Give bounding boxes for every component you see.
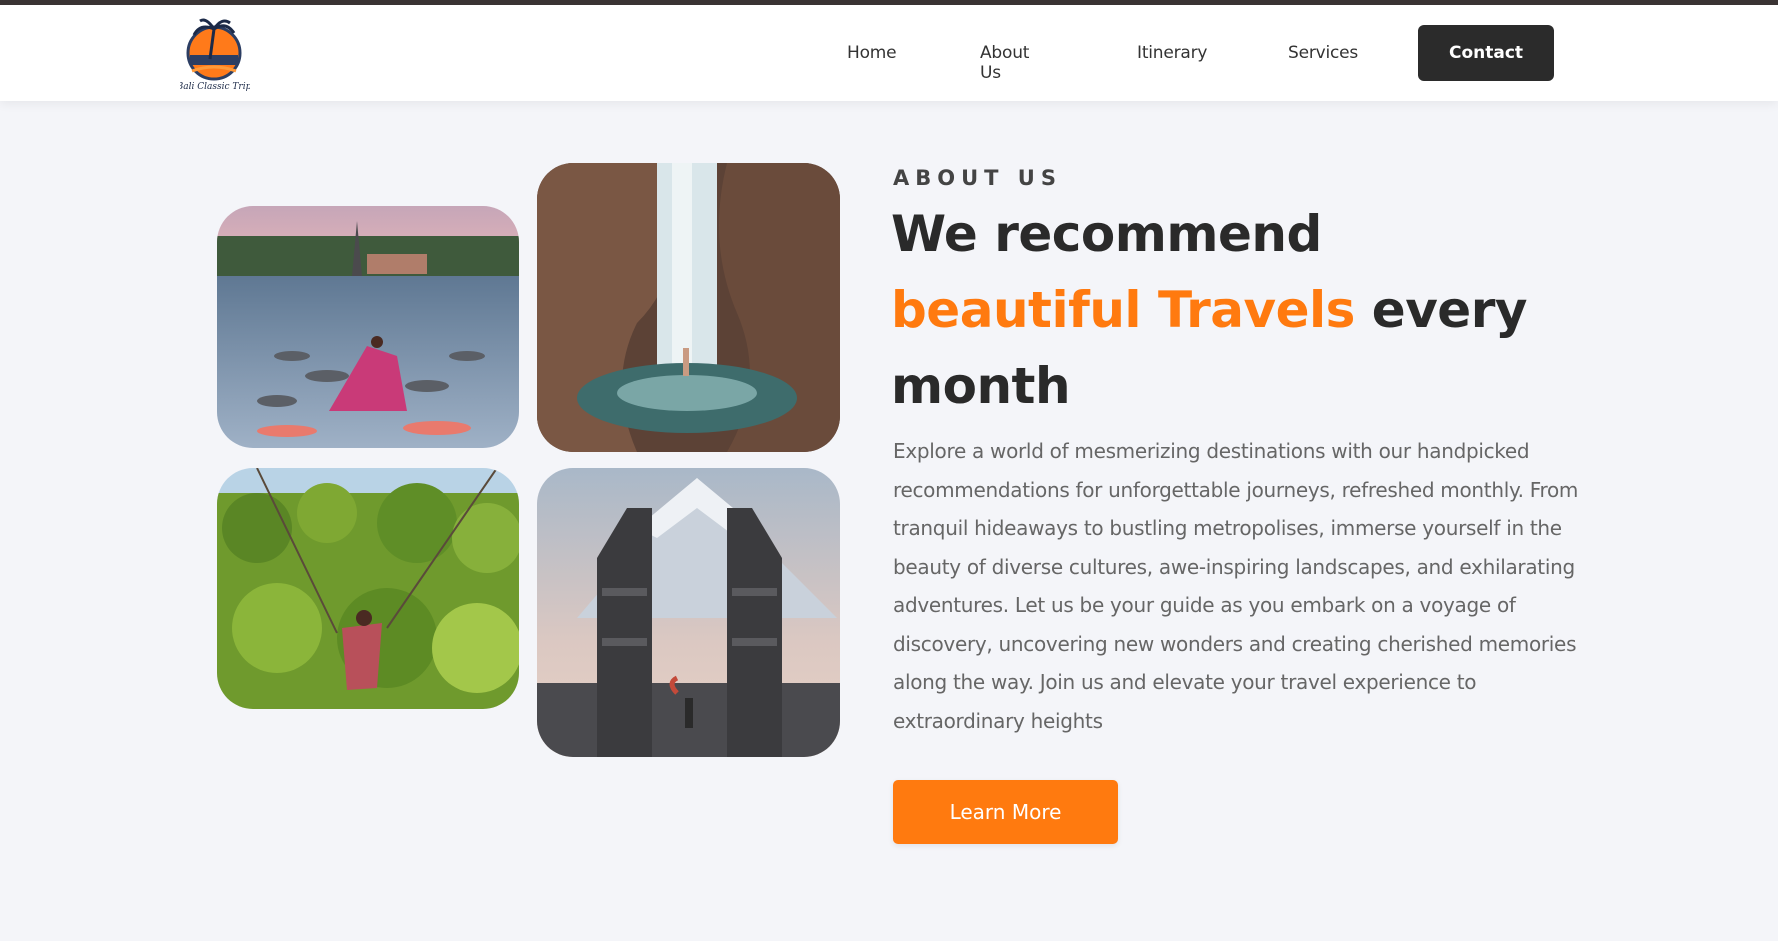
headline-accent: beautiful Travels [891,281,1355,339]
site-header: Bali Classic Trip Home About Us Itinerar… [0,5,1778,101]
photo-water-temple [217,206,519,448]
photo-temple-gate [537,468,840,757]
nav-about-us[interactable]: About Us [980,43,1029,83]
learn-more-button[interactable]: Learn More [893,780,1118,844]
site-logo[interactable]: Bali Classic Trip [180,15,250,93]
about-headline: We recommend beautiful Travels every mon… [891,196,1591,424]
photo-jungle-swing [217,468,519,709]
nav-home[interactable]: Home [847,43,897,63]
about-eyebrow: ABOUT US [893,166,1062,190]
contact-button[interactable]: Contact [1418,25,1554,81]
about-description: Explore a world of mesmerizing destinati… [893,439,1579,733]
headline-line1: We recommend [891,205,1322,263]
nav-services[interactable]: Services [1288,43,1358,63]
nav-itinerary[interactable]: Itinerary [1137,43,1207,63]
photo-waterfall-canyon [537,163,840,452]
logo-text-art: Bali Classic Trip [180,82,250,92]
